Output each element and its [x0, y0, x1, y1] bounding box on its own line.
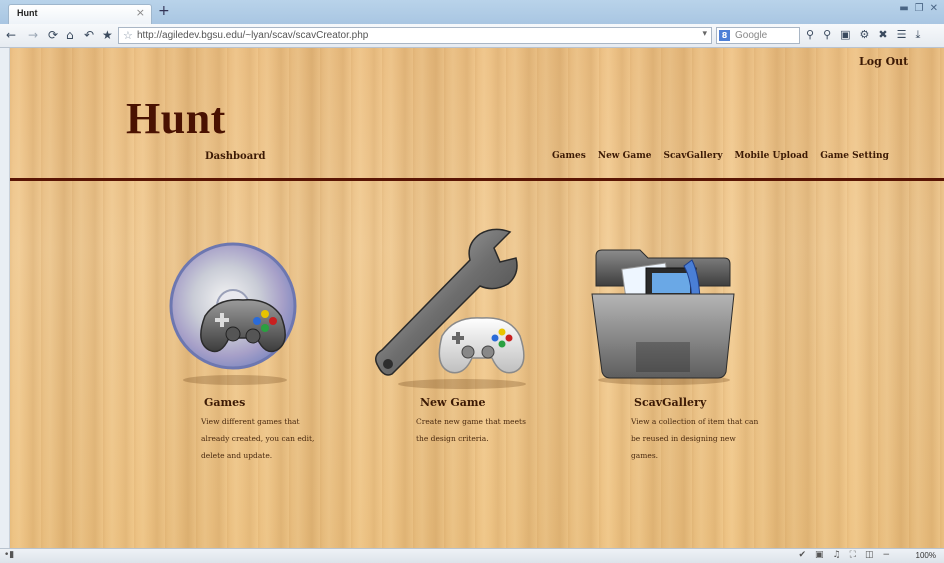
dashboard-label: Dashboard: [205, 151, 266, 162]
top-navigation: Games New Game ScavGallery Mobile Upload…: [552, 151, 889, 161]
search-placeholder: Google: [735, 30, 768, 41]
status-icons: ✔ ▣ ♫ ⛶ ◫ −: [798, 550, 890, 560]
sound-icon[interactable]: ♫: [833, 550, 841, 560]
bookmark-icon[interactable]: ★: [102, 28, 113, 42]
browser-nav-bar: ← → ⟳ ⌂ ↶ ★ ☆ http://agiledev.bgsu.edu/~…: [0, 24, 944, 48]
tab-close-icon[interactable]: ×: [136, 6, 145, 19]
nav-games[interactable]: Games: [552, 151, 586, 161]
media-folder-icon[interactable]: [588, 246, 738, 386]
zoom-tool-icon[interactable]: ⚲: [823, 28, 831, 42]
window-controls: ▬ ❐ ✕: [899, 3, 938, 14]
download-icon[interactable]: ⤓: [916, 28, 921, 42]
game-disc-controller-icon[interactable]: [165, 238, 305, 388]
zoom-level[interactable]: 100%: [916, 551, 936, 560]
forward-icon[interactable]: →: [28, 28, 38, 42]
card-desc-new-game: Create new game that meets the design cr…: [416, 417, 526, 443]
search-input[interactable]: 8 Google: [716, 27, 800, 44]
card-title-new-game[interactable]: New Game: [420, 396, 486, 409]
layout-icon[interactable]: ◫: [865, 550, 874, 560]
wrench-controller-icon[interactable]: [370, 226, 530, 391]
new-tab-icon[interactable]: +: [158, 3, 170, 19]
site-title: Hunt: [126, 94, 226, 143]
close-window-icon[interactable]: ✕: [930, 3, 938, 14]
browser-status-bar: •▮ ✔ ▣ ♫ ⛶ ◫ − 100%: [0, 548, 944, 563]
url-star-icon[interactable]: ☆: [123, 29, 133, 42]
nav-mobile-upload[interactable]: Mobile Upload: [735, 151, 809, 161]
menu-icon[interactable]: ☰: [897, 28, 907, 42]
card-desc-scavgallery: View a collection of item that can be re…: [631, 417, 759, 460]
zoom-out-icon[interactable]: −: [882, 550, 890, 560]
status-indicator-icon: •▮: [4, 550, 15, 560]
card-title-scavgallery[interactable]: ScavGallery: [634, 396, 706, 409]
tab-title: Hunt: [17, 8, 38, 18]
browser-tab[interactable]: Hunt ×: [8, 4, 152, 24]
nav-game-setting[interactable]: Game Setting: [820, 151, 889, 161]
url-bar[interactable]: ☆ http://agiledev.bgsu.edu/~lyan/scav/sc…: [118, 27, 712, 44]
card-title-games[interactable]: Games: [204, 396, 245, 409]
search-engine-icon[interactable]: 8: [719, 30, 730, 41]
restore-icon[interactable]: ❐: [915, 3, 924, 14]
reload-icon[interactable]: ⟳: [48, 28, 58, 42]
security-status-icon[interactable]: ✔: [798, 550, 806, 560]
page-viewport: Log Out Hunt Dashboard Games New Game Sc…: [10, 48, 944, 548]
extension-icon[interactable]: ⚙: [860, 28, 870, 42]
fullscreen-icon[interactable]: ⛶: [850, 550, 856, 560]
nav-new-game[interactable]: New Game: [598, 151, 652, 161]
url-text[interactable]: http://agiledev.bgsu.edu/~lyan/scav/scav…: [137, 30, 368, 41]
minimize-icon[interactable]: ▬: [899, 3, 908, 14]
page-info-icon[interactable]: ▣: [815, 550, 824, 560]
browser-toolbar-icons: ⚲ ⚲ ▣ ⚙ ✖ ☰ ⤓: [806, 28, 920, 42]
header-divider: [10, 178, 944, 181]
url-dropdown-icon[interactable]: ▾: [702, 29, 707, 39]
back-icon[interactable]: ←: [6, 28, 16, 42]
key-icon[interactable]: ⚲: [806, 28, 814, 42]
nav-scavgallery[interactable]: ScavGallery: [663, 151, 722, 161]
logout-link[interactable]: Log Out: [859, 55, 908, 68]
left-sidebar-strip: [0, 48, 10, 548]
browser-tab-bar: Hunt × + ▬ ❐ ✕: [0, 0, 944, 24]
tools-icon[interactable]: ✖: [878, 28, 887, 42]
history-icon[interactable]: ↶: [84, 28, 94, 42]
home-icon[interactable]: ⌂: [66, 28, 74, 42]
screenshot-icon[interactable]: ▣: [840, 28, 850, 42]
card-desc-games: View different games that already create…: [201, 417, 315, 460]
